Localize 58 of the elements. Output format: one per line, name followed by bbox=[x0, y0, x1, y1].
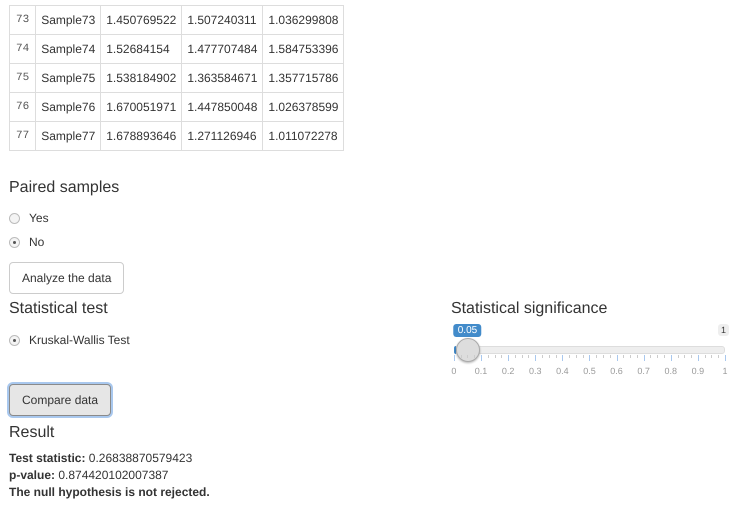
table-cell: 1.538184902 bbox=[100, 64, 182, 92]
radio-button[interactable] bbox=[9, 334, 20, 346]
slider-track[interactable] bbox=[454, 338, 725, 362]
tick-label: 0.5 bbox=[583, 366, 596, 376]
slider-value: 0.05 bbox=[454, 324, 482, 337]
result-line: Test statistic: 0.26838870579423 bbox=[9, 450, 194, 467]
table-cell: 1.357715786 bbox=[262, 64, 344, 92]
row-number: 73 bbox=[10, 6, 36, 34]
radio-button[interactable] bbox=[9, 236, 20, 248]
row-number: 74 bbox=[10, 34, 36, 64]
table-cell: Sample74 bbox=[36, 34, 101, 64]
table-cell: Sample76 bbox=[36, 92, 101, 122]
row-number: 76 bbox=[10, 92, 36, 122]
radio-label: Kruskal-Wallis Test bbox=[29, 333, 130, 347]
radio-option[interactable]: No bbox=[9, 230, 729, 254]
table-cell: 1.670051971 bbox=[100, 92, 182, 122]
table-cell: 1.026378599 bbox=[262, 92, 344, 122]
tick-label: 0.9 bbox=[692, 366, 704, 376]
tick-label: 0.2 bbox=[502, 366, 514, 376]
table-cell: 1.507240311 bbox=[182, 6, 263, 34]
tick-label: 0.7 bbox=[637, 366, 650, 376]
table-cell: 1.363584671 bbox=[182, 64, 263, 92]
row-number: 75 bbox=[10, 64, 36, 92]
tick-label: 0.4 bbox=[556, 366, 569, 376]
result-line: p-value: 0.874420102007387 bbox=[9, 467, 170, 484]
tick-label: 0.3 bbox=[529, 366, 542, 376]
table-cell: 1.011072278 bbox=[262, 122, 344, 150]
section-heading: Statistical test bbox=[9, 300, 109, 318]
tick-label: 1 bbox=[722, 366, 728, 376]
section-heading: Statistical significance bbox=[450, 300, 608, 318]
table-cell: 1.52684154 bbox=[100, 34, 182, 64]
table-cell: 1.271126946 bbox=[182, 122, 263, 150]
slider-thumb[interactable] bbox=[456, 338, 480, 362]
radio-option[interactable]: Yes bbox=[9, 206, 729, 230]
table-cell: 1.584753396 bbox=[262, 34, 344, 64]
radio-label: Yes bbox=[29, 211, 49, 225]
compare-button[interactable]: Compare data bbox=[9, 384, 112, 416]
table-cell: 1.447850048 bbox=[182, 92, 263, 122]
radio-label: No bbox=[29, 235, 44, 249]
tick-label: 0 bbox=[451, 366, 456, 376]
tick-label: 0.6 bbox=[610, 366, 623, 376]
table-cell: 1.678893646 bbox=[100, 122, 182, 150]
table-cell: Sample75 bbox=[36, 64, 101, 92]
section-heading: Result bbox=[9, 424, 56, 442]
conclusion-text: The null hypothesis is not rejected. bbox=[9, 484, 211, 501]
table-cell: Sample77 bbox=[36, 122, 101, 150]
row-number: 77 bbox=[10, 122, 36, 150]
analyze-button[interactable]: Analyze the data bbox=[9, 262, 124, 294]
radio-option[interactable]: Kruskal-Wallis Test bbox=[9, 328, 451, 352]
tick-label: 0.8 bbox=[664, 366, 678, 376]
tick-label: 0.1 bbox=[474, 366, 488, 376]
section-heading: Paired samples bbox=[9, 179, 120, 197]
table-cell: 1.036299808 bbox=[262, 6, 344, 34]
slider-max-label: 1 bbox=[718, 324, 729, 336]
table-cell: 1.477707484 bbox=[182, 34, 263, 64]
table-cell: Sample73 bbox=[36, 6, 101, 34]
table-cell: 1.450769522 bbox=[100, 6, 182, 34]
radio-button[interactable] bbox=[9, 212, 20, 224]
